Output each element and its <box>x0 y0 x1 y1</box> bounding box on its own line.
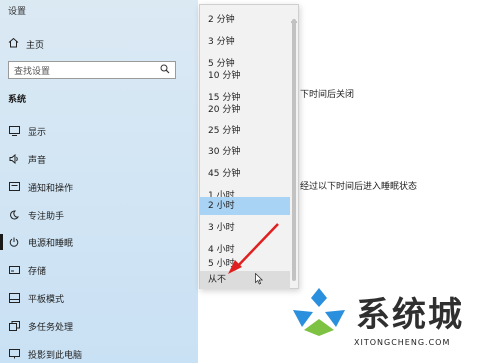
dropdown-option[interactable]: 10 分钟 <box>200 67 290 85</box>
home-icon <box>8 37 19 51</box>
dropdown-option-selected[interactable]: 2 小时 <box>200 197 290 215</box>
logo-emblem-icon <box>293 288 345 336</box>
dropdown-option[interactable]: 25 分钟 <box>200 122 290 140</box>
sidebar-item-label: 平板模式 <box>28 294 65 305</box>
dropdown-option[interactable]: 45 分钟 <box>200 165 290 183</box>
sidebar-item-notifications[interactable]: 通知和操作 <box>8 179 73 195</box>
sidebar-item-label: 通知和操作 <box>28 183 74 194</box>
power-icon <box>8 236 20 248</box>
dropdown-option[interactable]: 30 分钟 <box>200 143 290 161</box>
notification-icon <box>8 181 20 193</box>
display-icon <box>8 125 20 137</box>
project-icon <box>8 348 20 360</box>
dropdown-option[interactable]: 20 分钟 <box>200 101 290 119</box>
screen-off-text: 下时间后关闭 <box>300 90 355 100</box>
search-icon <box>160 64 170 77</box>
moon-icon <box>8 209 20 221</box>
mouse-cursor-icon <box>255 273 263 285</box>
watermark-logo: 系统城 XITONGCHENG.COM <box>288 282 480 363</box>
home-label: 主页 <box>26 40 45 51</box>
dropdown-option[interactable]: 2 分钟 <box>200 11 290 29</box>
speaker-icon <box>8 153 20 165</box>
settings-sidebar: 设置 主页 查找设置 系统 显示 声音 通知和操作 专注助手 电源和睡眠 存储 <box>0 0 198 363</box>
sidebar-item-multitasking[interactable]: 多任务处理 <box>8 318 73 334</box>
search-placeholder: 查找设置 <box>14 66 51 77</box>
sidebar-item-label: 多任务处理 <box>28 322 74 333</box>
dropdown-scrollbar[interactable] <box>291 9 297 284</box>
sidebar-item-storage[interactable]: 存储 <box>8 262 46 278</box>
home-nav-item[interactable]: 主页 <box>8 36 44 52</box>
sidebar-item-label: 存储 <box>28 266 47 277</box>
sidebar-item-display[interactable]: 显示 <box>8 123 46 139</box>
dropdown-option[interactable]: 3 分钟 <box>200 33 290 51</box>
sidebar-item-label: 电源和睡眠 <box>28 238 74 249</box>
sidebar-item-project[interactable]: 投影到此电脑 <box>8 346 82 362</box>
sidebar-item-power-sleep[interactable]: 电源和睡眠 <box>8 234 73 250</box>
sidebar-item-label: 显示 <box>28 127 47 138</box>
sidebar-item-label: 专注助手 <box>28 211 65 222</box>
app-title: 设置 <box>8 7 27 17</box>
sidebar-item-focus-assist[interactable]: 专注助手 <box>8 207 64 223</box>
storage-icon <box>8 264 20 276</box>
sleep-text: 经过以下时间后进入睡眠状态 <box>300 182 418 192</box>
scroll-thumb[interactable] <box>292 19 296 281</box>
watermark-text: 系统城 <box>356 295 464 335</box>
tablet-icon <box>8 292 20 304</box>
sidebar-item-tablet-mode[interactable]: 平板模式 <box>8 290 64 306</box>
section-title: 系统 <box>8 95 27 105</box>
scroll-up-arrow-icon[interactable] <box>291 9 297 23</box>
search-input[interactable]: 查找设置 <box>8 61 176 79</box>
sidebar-item-label: 投影到此电脑 <box>28 350 83 361</box>
watermark-url: XITONGCHENG.COM <box>354 338 451 347</box>
active-indicator <box>0 234 3 250</box>
multitask-icon <box>8 320 20 332</box>
red-arrow-annotation <box>228 223 279 274</box>
sidebar-item-label: 声音 <box>28 155 47 166</box>
sidebar-item-sound[interactable]: 声音 <box>8 151 46 167</box>
